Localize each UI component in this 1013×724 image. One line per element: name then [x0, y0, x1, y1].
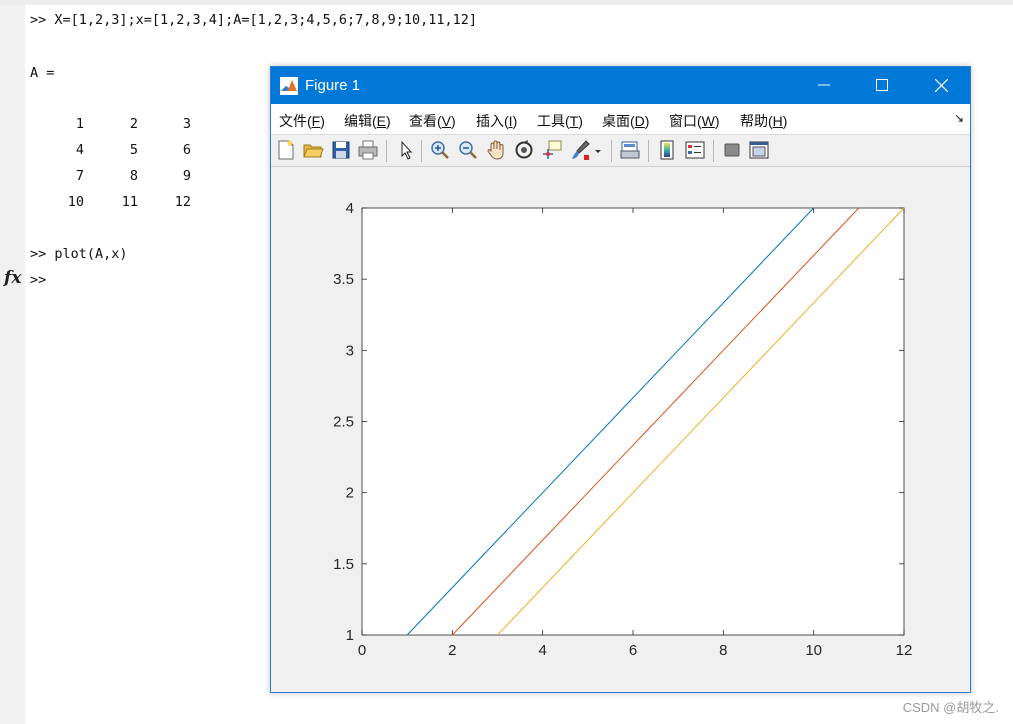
rotate-3d-icon[interactable] — [513, 139, 535, 161]
menu-insert[interactable]: 插入(I) — [476, 111, 517, 131]
toolbar-separator — [713, 140, 714, 162]
y-tick-label: 2 — [346, 485, 354, 502]
close-button[interactable] — [918, 67, 964, 104]
pan-hand-icon[interactable] — [485, 139, 507, 161]
top-strip — [0, 0, 1013, 5]
y-tick-label: 1 — [346, 627, 354, 644]
open-file-icon[interactable] — [302, 139, 324, 161]
axes-box — [361, 207, 905, 636]
figure-titlebar[interactable]: Figure 1 — [271, 67, 970, 104]
command-line-plot: >> plot(A,x) — [30, 246, 128, 262]
y-tick-label: 3.5 — [333, 271, 354, 288]
pointer-icon[interactable] — [395, 139, 417, 161]
x-tick-label: 0 — [358, 642, 366, 659]
figure-menubar: 文件(F) 编辑(E) 查看(V) 插入(I) 工具(T) 桌面(D) 窗口(W… — [271, 104, 970, 135]
command-window-gutter — [0, 5, 25, 724]
show-plot-tools-icon[interactable] — [748, 139, 770, 161]
brush-dropdown-icon[interactable] — [593, 139, 603, 161]
command-line-assign: >> X=[1,2,3];x=[1,2,3,4];A=[1,2,3;4,5,6;… — [30, 12, 478, 28]
matrix-cell: 1 — [75, 116, 84, 132]
menu-help[interactable]: 帮助(H) — [740, 111, 787, 131]
y-tick-label: 3 — [346, 342, 354, 359]
toolbar-separator — [611, 140, 612, 162]
brush-icon[interactable] — [569, 139, 591, 161]
menu-desktop[interactable]: 桌面(D) — [602, 111, 649, 131]
matrix-cell: 6 — [182, 142, 191, 158]
figure-canvas[interactable]: 0 2 4 6 8 10 12 1 1.5 2 2.5 3 3.5 4 — [271, 167, 970, 692]
maximize-button[interactable] — [859, 67, 905, 104]
zoom-in-icon[interactable] — [429, 139, 451, 161]
matrix-cell: 9 — [182, 168, 191, 184]
figure-window[interactable]: Figure 1 文件(F) 编辑(E) 查看(V) 插入(I) 工具(T) 桌… — [270, 66, 971, 693]
print-icon[interactable] — [357, 139, 379, 161]
maximize-icon — [876, 79, 888, 91]
hide-plot-tools-icon[interactable] — [721, 139, 743, 161]
save-icon[interactable] — [330, 139, 352, 161]
menu-overflow-icon[interactable]: ↘ — [954, 111, 964, 125]
y-tick-label: 1.5 — [333, 556, 354, 573]
menu-view[interactable]: 查看(V) — [409, 111, 456, 131]
x-tick-label: 12 — [896, 642, 913, 659]
matrix-cell: 12 — [174, 194, 191, 210]
toolbar-separator — [421, 140, 422, 162]
matrix-cell: 2 — [129, 116, 138, 132]
matrix-cell: 5 — [129, 142, 138, 158]
matrix-cell: 4 — [75, 142, 84, 158]
minimize-button[interactable] — [801, 67, 847, 104]
matlab-logo-icon — [280, 77, 298, 95]
matrix-cell: 10 — [67, 194, 84, 210]
x-tick-label: 8 — [719, 642, 727, 659]
matrix-row: 10 11 12 — [30, 194, 230, 214]
x-tick-label: 4 — [538, 642, 546, 659]
toolbar-separator — [648, 140, 649, 162]
x-tick-label: 6 — [629, 642, 637, 659]
y-tick-label: 4 — [346, 200, 354, 217]
menu-file[interactable]: 文件(F) — [279, 111, 325, 131]
zoom-out-icon[interactable] — [457, 139, 479, 161]
x-tick-label: 2 — [448, 642, 456, 659]
matrix-row: 4 5 6 — [30, 142, 230, 162]
line-plot[interactable]: 0 2 4 6 8 10 12 1 1.5 2 2.5 3 3.5 4 — [271, 167, 970, 692]
matrix-cell: 3 — [182, 116, 191, 132]
colorbar-icon[interactable] — [656, 139, 678, 161]
legend-icon[interactable] — [684, 139, 706, 161]
matrix-row: 7 8 9 — [30, 168, 230, 188]
command-prompt[interactable]: >> — [30, 272, 46, 288]
figure-toolbar — [271, 135, 970, 167]
matrix-row: 1 2 3 — [30, 116, 230, 136]
menu-edit[interactable]: 编辑(E) — [344, 111, 391, 131]
print-preview-icon[interactable] — [619, 139, 641, 161]
figure-title: Figure 1 — [305, 77, 361, 94]
output-variable-name: A = — [30, 65, 55, 81]
matrix-cell: 7 — [75, 168, 84, 184]
data-cursor-icon[interactable] — [541, 139, 563, 161]
minimize-icon — [818, 84, 830, 86]
menu-tools[interactable]: 工具(T) — [537, 111, 583, 131]
menu-window[interactable]: 窗口(W) — [669, 111, 720, 131]
y-tick-label: 2.5 — [333, 414, 354, 431]
x-tick-label: 10 — [805, 642, 822, 659]
matrix-cell: 11 — [121, 194, 138, 210]
watermark: CSDN @胡牧之. — [902, 700, 999, 715]
new-figure-icon[interactable] — [275, 139, 297, 161]
fx-function-browser-icon[interactable]: fx — [4, 268, 21, 288]
matrix-cell: 8 — [129, 168, 138, 184]
close-icon — [935, 79, 948, 92]
toolbar-separator — [386, 140, 387, 162]
